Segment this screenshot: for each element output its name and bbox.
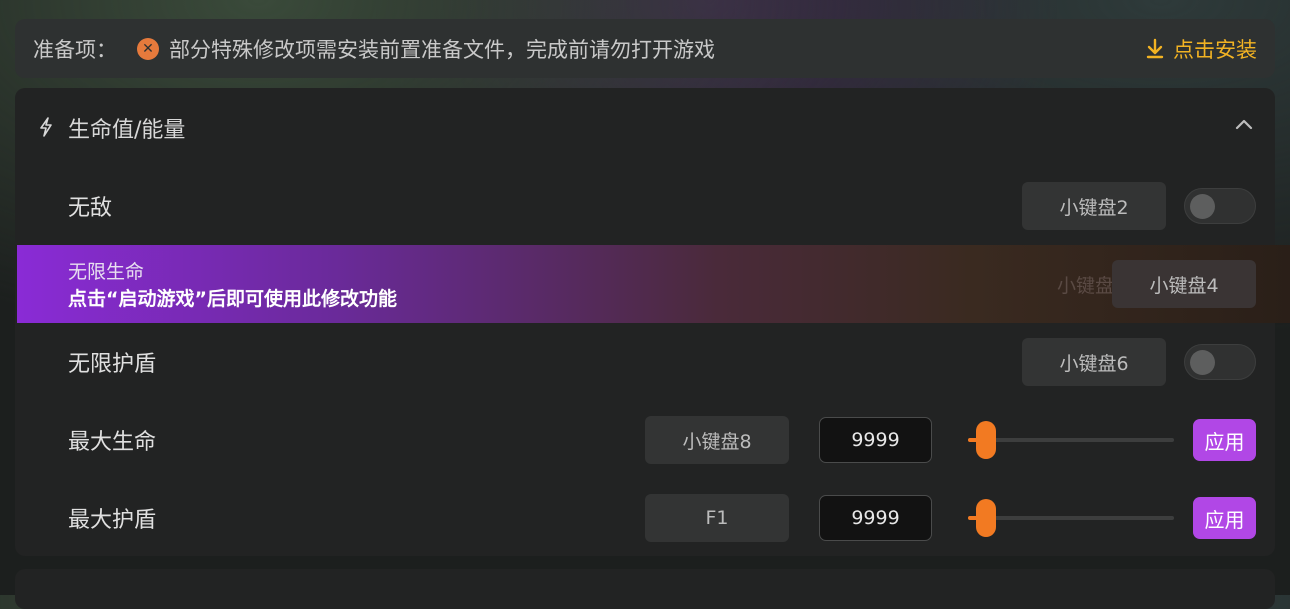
max-shield-apply-button[interactable]: 应用: [1193, 497, 1256, 539]
download-icon: [1146, 38, 1164, 58]
infinite-shield-label: 无限护盾: [68, 352, 157, 377]
row-invincible: 无敌 小键盘2: [15, 182, 1275, 230]
row-max-health: 最大生命 小键盘8 应用: [15, 416, 1275, 464]
install-label: 点击安装: [1173, 37, 1257, 62]
infinite-shield-toggle[interactable]: [1184, 344, 1256, 380]
slider-thumb[interactable]: [976, 499, 997, 537]
max-health-apply-button[interactable]: 应用: [1193, 419, 1256, 461]
max-health-input[interactable]: [819, 417, 932, 463]
prep-message: 部分特殊修改项需安装前置准备文件，完成前请勿打开游戏: [169, 37, 715, 62]
chevron-up-icon[interactable]: [1235, 118, 1253, 130]
row-infinite-health[interactable]: 无限生命 点击“启动游戏”后即可使用此修改功能 小键盘4 小键盘4: [17, 245, 1290, 323]
prep-label: 准备项：: [33, 37, 117, 62]
max-health-hotkey[interactable]: 小键盘8: [645, 416, 789, 464]
slider-thumb[interactable]: [976, 421, 997, 459]
max-shield-label: 最大护盾: [68, 508, 157, 533]
max-shield-hotkey[interactable]: F1: [645, 494, 789, 542]
infinite-health-hotkey[interactable]: 小键盘4: [1112, 260, 1256, 308]
max-health-slider[interactable]: [968, 421, 1174, 459]
panel-header[interactable]: 生命值/能量: [15, 88, 1275, 166]
infinite-health-label: 无限生命: [68, 261, 145, 283]
close-circle-icon: ✕: [137, 37, 159, 60]
next-panel: [15, 569, 1275, 609]
lightning-bolt-icon: [40, 117, 52, 137]
row-max-shield: 最大护盾 F1 应用: [15, 494, 1275, 542]
section-title: 生命值/能量: [68, 118, 186, 143]
install-button[interactable]: 点击安装: [1145, 34, 1257, 64]
max-health-label: 最大生命: [68, 430, 157, 455]
max-shield-slider[interactable]: [968, 499, 1174, 537]
prep-bar: 准备项： ✕ 部分特殊修改项需安装前置准备文件，完成前请勿打开游戏 点击安装: [15, 19, 1275, 78]
invincible-toggle[interactable]: [1184, 188, 1256, 224]
invincible-label: 无敌: [68, 196, 113, 221]
max-shield-input[interactable]: [819, 495, 932, 541]
invincible-hotkey[interactable]: 小键盘2: [1022, 182, 1166, 230]
row-infinite-shield: 无限护盾 小键盘6: [15, 338, 1275, 386]
infinite-health-tip: 点击“启动游戏”后即可使用此修改功能: [68, 288, 397, 310]
infinite-shield-hotkey[interactable]: 小键盘6: [1022, 338, 1166, 386]
